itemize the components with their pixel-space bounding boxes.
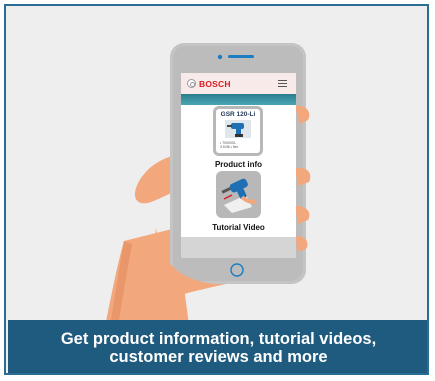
product-card: GSR 120-Li • 70000XL 3.5/36 • Nm <box>216 109 260 153</box>
phone-screen: BOSCH GSR 120-Li • 70000XL 3.5/36 • Nm P… <box>181 73 296 258</box>
product-spec: • 70000XL 3.5/36 • Nm <box>220 141 238 149</box>
caption-text: Get product information, tutorial videos… <box>57 330 380 366</box>
caption-line-2: customer reviews and more <box>109 347 328 366</box>
phone-camera <box>217 54 223 60</box>
caption-line-1: Get product information, tutorial videos… <box>60 329 377 348</box>
product-spec-line-2: 3.5/36 • Nm <box>220 145 239 149</box>
product-info-tile[interactable]: GSR 120-Li • 70000XL 3.5/36 • Nm <box>213 106 263 156</box>
hamburger-menu-icon[interactable] <box>278 80 287 87</box>
phone-speaker <box>228 55 254 58</box>
drill-in-use-icon <box>221 178 257 213</box>
caption-banner: Get product information, tutorial videos… <box>8 320 427 373</box>
app-header: BOSCH <box>181 73 296 94</box>
drill-thumbnail <box>225 120 251 138</box>
drill-icon <box>227 123 244 137</box>
brand-name: BOSCH <box>199 78 231 89</box>
bosch-logo-icon <box>187 79 196 88</box>
tutorial-video-label[interactable]: Tutorial Video <box>181 223 296 232</box>
tutorial-video-tile[interactable] <box>216 171 261 218</box>
product-model: GSR 120-Li <box>220 111 256 118</box>
accent-bar <box>181 94 296 105</box>
app-footer <box>181 237 296 258</box>
promo-card: BOSCH GSR 120-Li • 70000XL 3.5/36 • Nm P… <box>4 4 429 375</box>
app-content: GSR 120-Li • 70000XL 3.5/36 • Nm Product… <box>181 105 296 237</box>
product-info-label[interactable]: Product info <box>181 160 296 169</box>
